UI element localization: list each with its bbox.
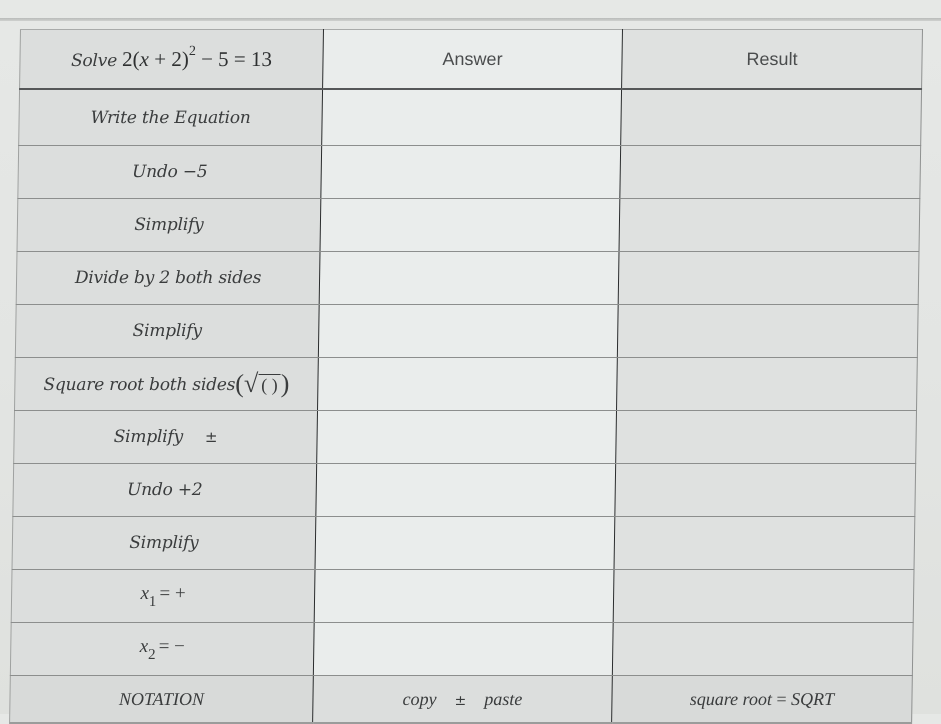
result-cell[interactable] (619, 145, 921, 199)
var-x: x (139, 636, 149, 658)
eq-rest: − 5 = 13 (195, 46, 273, 71)
result-cell[interactable] (613, 569, 915, 623)
var-x: x (140, 583, 150, 605)
step-row-divide-by-2: Divide by 2 both sides (16, 251, 920, 305)
equals-sign: = (776, 688, 787, 709)
result-cell[interactable] (616, 357, 918, 411)
answer-cell[interactable] (319, 251, 620, 305)
step-row-write-equation: Write the Equation (18, 89, 922, 146)
answer-cell[interactable] (318, 304, 619, 358)
subscript: 1 (148, 593, 157, 610)
result-cell[interactable] (614, 463, 916, 517)
sqrt-note-text: square root = SQRT (690, 689, 835, 709)
answer-cell[interactable] (315, 516, 615, 570)
sqrt-notation: (√( )) (235, 369, 290, 398)
answer-cell[interactable] (316, 410, 617, 464)
eq-coef: 2( (121, 46, 140, 71)
step-label: Divide by 2 both sides (74, 268, 262, 288)
paste-word: paste (484, 688, 523, 709)
problem-prefix: Solve (70, 50, 118, 71)
answer-cell[interactable] (320, 198, 620, 252)
step-label: Undo −5 (131, 162, 208, 182)
plus-minus-icon: ± (204, 428, 218, 446)
result-cell[interactable] (612, 622, 914, 676)
problem-equation: 2(x + 2)2 − 5 = 13 (121, 43, 273, 71)
step-row-undo-minus-5: Undo −5 (17, 145, 921, 199)
answer-cell[interactable] (317, 357, 618, 411)
subscript: 2 (147, 646, 156, 663)
equals-minus: = − (158, 636, 186, 658)
answer-cell[interactable] (320, 145, 621, 199)
page-edge-rule (0, 18, 941, 21)
result-cell[interactable] (620, 89, 922, 146)
step-row-simplify-2: Simplify (15, 304, 919, 358)
sqrt-notation-note: square root = SQRT (611, 675, 913, 723)
step-label: Simplify (129, 533, 199, 553)
worksheet-table: Solve 2(x + 2)2 − 5 = 13 Answer Result W… (9, 29, 923, 724)
result-column-header: Result (621, 29, 923, 89)
step-label: Simplify (113, 427, 184, 447)
answer-cell[interactable] (315, 463, 616, 517)
answer-cell[interactable] (314, 569, 615, 623)
answer-header-label: Answer (442, 48, 503, 69)
notation-label: NOTATION (118, 688, 205, 709)
result-cell[interactable] (617, 304, 919, 358)
step-row-simplify-pm: Simplify ± (13, 410, 917, 464)
result-header-label: Result (746, 48, 798, 69)
close-paren: ) (280, 369, 290, 398)
copy-paste-text: copy ± paste (402, 689, 522, 709)
step-label: Simplify (134, 215, 204, 235)
result-cell[interactable] (618, 251, 920, 305)
step-row-undo-plus-2: Undo +2 (12, 463, 916, 517)
step-label: Write the Equation (90, 107, 251, 128)
answer-cell[interactable] (321, 89, 622, 146)
plus-minus-icon: ± (454, 692, 467, 709)
sqrt-word: square root (689, 688, 773, 709)
step-row-simplify-1: Simplify (17, 198, 920, 252)
equals-plus: = + (159, 583, 186, 605)
result-cell[interactable] (614, 516, 915, 570)
answer-column-header: Answer (322, 29, 623, 89)
sqrt-icon: √ (243, 369, 259, 398)
eq-exponent: 2 (188, 43, 197, 59)
step-row-simplify-3: Simplify (12, 516, 915, 570)
step-label: Simplify (132, 321, 203, 341)
step-row-square-root: Square root both sides(√( )) (14, 357, 918, 411)
header-row: Solve 2(x + 2)2 − 5 = 13 Answer Result (19, 29, 923, 89)
step-label: Undo +2 (126, 480, 203, 500)
copy-paste-note: copy ± paste (312, 675, 613, 723)
result-cell[interactable] (619, 198, 920, 252)
step-row-x2: x2 = − (10, 622, 914, 676)
x1-label: x1 (140, 583, 156, 610)
answer-cell[interactable] (313, 622, 614, 676)
copy-word: copy (402, 688, 437, 709)
sqrt-code: SQRT (790, 688, 835, 709)
x2-label: x2 (139, 636, 156, 663)
step-row-x1: x1 = + (11, 569, 915, 623)
problem-header: Solve 2(x + 2)2 − 5 = 13 (19, 29, 324, 89)
step-label: Square root both sides (43, 375, 236, 395)
eq-inner: + 2) (148, 46, 190, 71)
result-cell[interactable] (615, 410, 917, 464)
sqrt-radicand: ( ) (258, 374, 281, 395)
notation-row: NOTATION copy ± paste square root = SQRT (9, 675, 913, 723)
